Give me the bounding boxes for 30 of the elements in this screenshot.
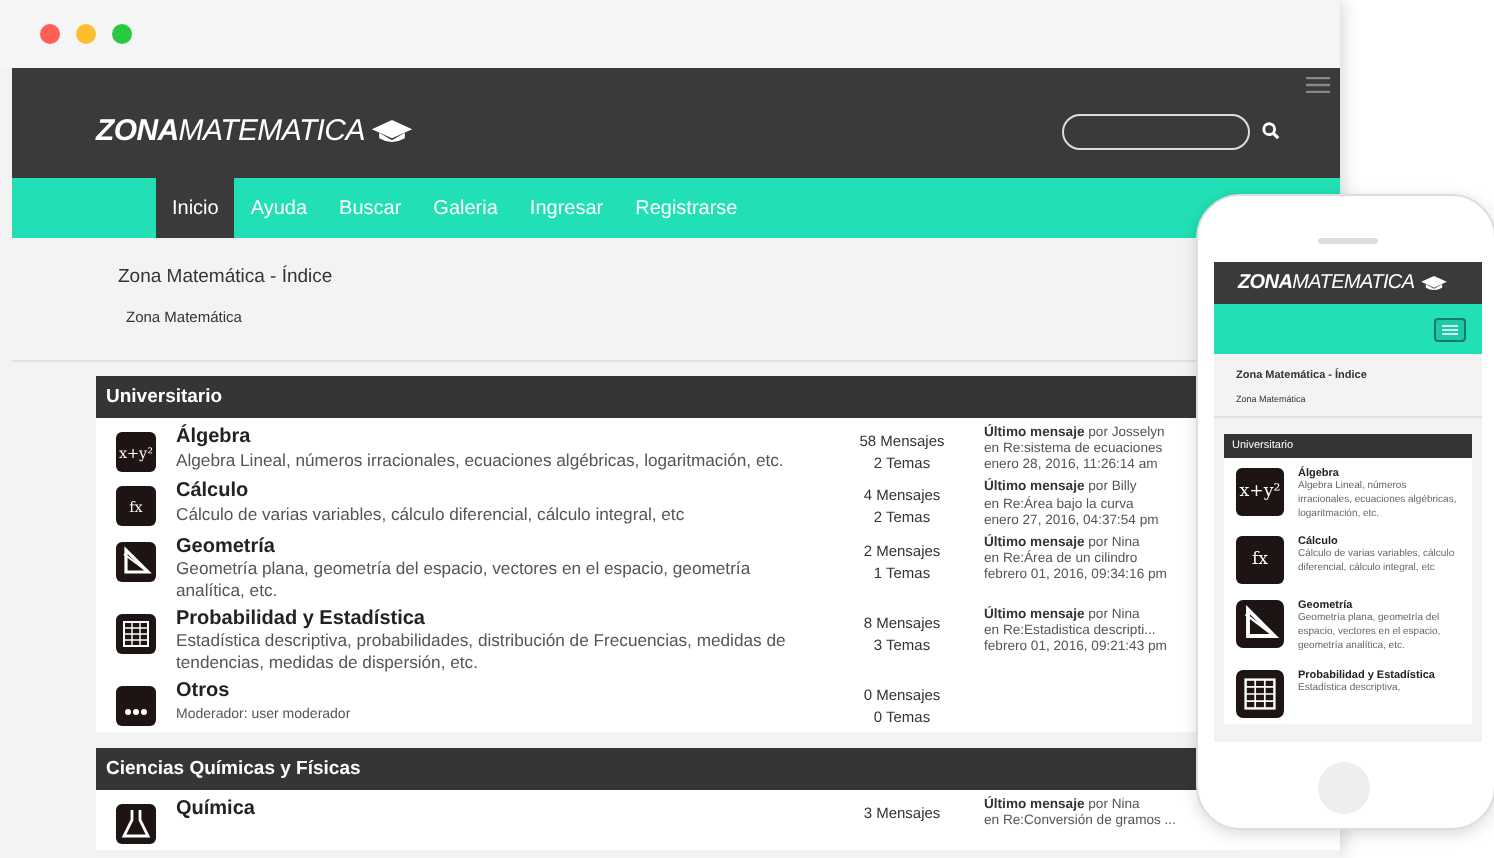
close-button[interactable] — [40, 24, 60, 44]
graduation-cap-icon — [370, 118, 415, 144]
nav-tab[interactable]: Inicio — [156, 178, 235, 238]
maximize-button[interactable] — [112, 24, 132, 44]
graduation-cap-icon — [1420, 274, 1449, 292]
menu-icon[interactable] — [1306, 76, 1330, 94]
board-description: Estadística descriptiva, probabilidades, distribución de Frecuencias, medidas de tendencias, medidas de dispersión, etc. — [176, 630, 788, 674]
more-icon — [116, 685, 156, 726]
search-field[interactable] — [1062, 113, 1250, 149]
flask-icon — [116, 803, 156, 844]
menu-button[interactable] — [1434, 317, 1466, 341]
board-title[interactable]: Otros — [176, 679, 820, 703]
board-title[interactable]: Geometría — [176, 535, 820, 559]
board-title[interactable]: Química — [176, 797, 820, 821]
search-icon[interactable] — [1262, 122, 1280, 140]
formula-icon: fx — [1236, 536, 1284, 585]
triangle-ruler-icon — [116, 541, 156, 582]
spreadsheet-icon — [116, 613, 156, 654]
board-description: Geometría plana, geometría del espacio, vectores en el espacio, geometría analítica, etc. — [176, 558, 753, 602]
board-title[interactable]: Álgebra — [176, 426, 820, 449]
board-description: Algebra Lineal, números irracionales, ecuaciones algébricas, logaritmación, etc. — [176, 449, 786, 471]
board-title[interactable]: Probabilidad y Estadística — [176, 607, 820, 631]
triangle-ruler-icon — [1236, 600, 1284, 649]
board-description: Cálculo de varias variables, cálculo diferencial, cálculo integral, etc — [176, 503, 687, 526]
site-logo[interactable]: ZONAMATEMATICA — [96, 114, 365, 148]
phone-speaker — [1318, 238, 1378, 244]
spreadsheet-icon — [1236, 669, 1284, 717]
page-title: Zona Matemática - Índice — [118, 266, 333, 288]
formula-icon: x+y² — [1236, 468, 1284, 516]
board-title[interactable]: Cálculo — [176, 480, 820, 504]
